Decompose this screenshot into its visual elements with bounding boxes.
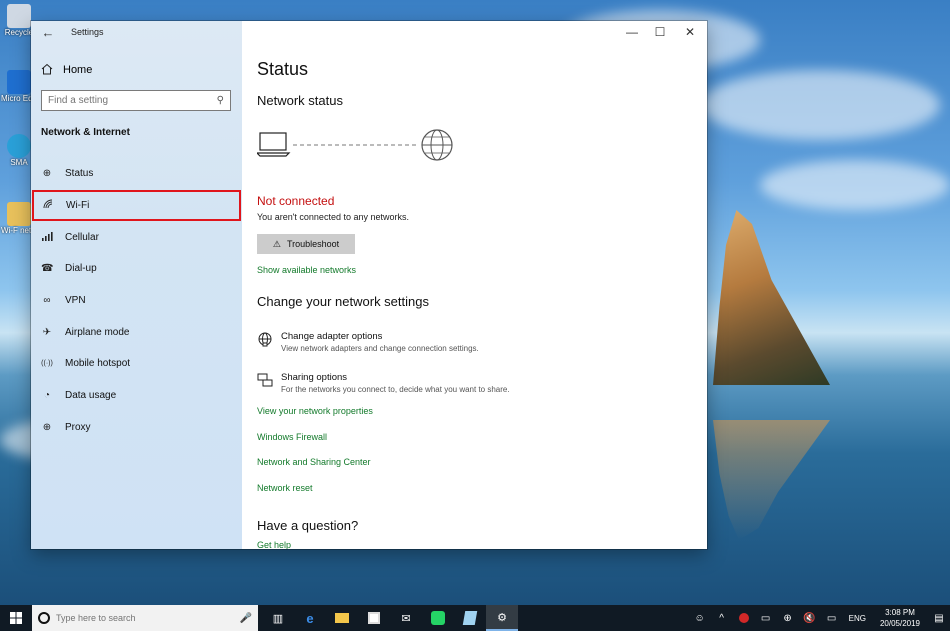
sidebar-item-proxy[interactable]: ⊕ Proxy: [31, 412, 242, 444]
question-heading: Have a question?: [257, 518, 359, 533]
adapter-icon: [257, 331, 273, 347]
home-nav-item[interactable]: Home: [41, 60, 92, 80]
sidebar-item-airplane-mode[interactable]: ✈ Airplane mode: [31, 316, 242, 348]
sharing-icon: [257, 372, 273, 388]
warning-icon: ⚠: [272, 238, 281, 249]
volume-muted-icon[interactable]: 🔇: [799, 605, 821, 631]
internet-globe-icon: [421, 129, 453, 161]
antivirus-icon[interactable]: [733, 605, 755, 631]
cortana-circle-icon: [38, 612, 50, 624]
vpn-icon: ∞: [43, 295, 51, 307]
section-title: Network & Internet: [41, 127, 130, 138]
network-sharing-center-link[interactable]: Network and Sharing Center: [257, 457, 371, 467]
sidebar-item-label: Data usage: [65, 390, 117, 402]
home-icon: [41, 63, 53, 78]
message-icon[interactable]: ▭: [821, 605, 843, 631]
system-tray: ☺ ^ ▭ ⊕ 🔇 ▭ ENG 3:08 PM 20/05/2019 ▤: [689, 605, 950, 631]
change-settings-heading: Change your network settings: [257, 294, 429, 309]
sidebar-item-label: VPN: [65, 295, 86, 307]
network-status-diagram: [257, 129, 453, 161]
sidebar-item-label: Status: [65, 168, 94, 180]
windows-firewall-link[interactable]: Windows Firewall: [257, 432, 327, 442]
taskbar-search[interactable]: 🎤: [32, 605, 258, 631]
sidebar-item-label: Cellular: [65, 231, 99, 243]
chevron-up-icon[interactable]: ^: [711, 605, 733, 631]
language-indicator[interactable]: ENG: [843, 614, 872, 623]
action-center-icon[interactable]: ▤: [928, 605, 950, 631]
sidebar-item-vpn[interactable]: ∞ VPN: [31, 285, 242, 317]
home-label: Home: [63, 64, 93, 76]
sidebar-item-mobile-hotspot[interactable]: ((·)) Mobile hotspot: [31, 348, 242, 380]
option-description: View network adapters and change connect…: [281, 344, 479, 353]
view-network-properties-link[interactable]: View your network properties: [257, 406, 373, 416]
proxy-globe-icon: ⊕: [42, 421, 52, 433]
clock[interactable]: 3:08 PM 20/05/2019: [872, 607, 928, 629]
network-globe-icon[interactable]: ⊕: [777, 605, 799, 631]
airplane-icon: ✈: [42, 326, 52, 338]
sma-desktop-icon[interactable]: SMA: [4, 134, 34, 167]
start-windows-icon[interactable]: [0, 605, 32, 631]
globe-icon: ⊕: [42, 168, 52, 180]
sidebar-item-cellular[interactable]: Cellular: [31, 221, 242, 253]
microphone-icon[interactable]: 🎤: [240, 613, 252, 624]
get-help-link[interactable]: Get help: [257, 540, 291, 549]
taskbar-search-input[interactable]: [56, 613, 234, 623]
sidebar-item-status[interactable]: ⊕ Status: [31, 158, 242, 190]
sidebar-item-label: Airplane mode: [65, 326, 130, 338]
sidebar-item-label: Proxy: [65, 421, 91, 433]
find-setting-input[interactable]: [48, 95, 217, 106]
wifi-icon: [42, 198, 54, 213]
laptop-icon: [257, 132, 291, 157]
show-available-networks-link[interactable]: Show available networks: [257, 265, 356, 275]
troubleshoot-button[interactable]: ⚠ Troubleshoot: [257, 234, 355, 254]
option-description: For the networks you connect to, decide …: [281, 385, 510, 394]
sharing-options[interactable]: Sharing options For the networks you con…: [257, 372, 510, 394]
sidebar-item-data-usage[interactable]: ◔ Data usage: [31, 380, 242, 412]
settings-gear-icon[interactable]: ⚙: [486, 605, 518, 631]
network-status-heading: Network status: [257, 93, 343, 108]
edge-taskbar-icon[interactable]: e: [294, 605, 326, 631]
option-title: Change adapter options: [281, 331, 383, 342]
wifi-folder-desktop-icon[interactable]: Wi-F netw: [1, 202, 37, 235]
sidebar-item-label: Wi-Fi: [66, 200, 90, 212]
sidebar-nav: ⊕ Status Wi-Fi Cellular ☎ Dial-up ∞ VPN …: [31, 158, 242, 443]
battery-icon[interactable]: ▭: [755, 605, 777, 631]
connection-status-text: Not connected: [257, 194, 335, 208]
back-arrow-icon[interactable]: ←: [39, 24, 57, 40]
window-title: Settings: [71, 27, 104, 37]
store-icon[interactable]: [358, 605, 390, 631]
clock-time: 3:08 PM: [885, 608, 915, 617]
page-title: Status: [257, 59, 309, 79]
hotspot-icon: ((·)): [41, 360, 53, 368]
people-icon[interactable]: ☺: [689, 605, 711, 631]
taskbar: 🎤 ▥ e ✉ ⚙ ☺ ^ ▭ ⊕ 🔇 ▭ ENG 3:08 PM 20/05/…: [0, 605, 950, 631]
main-content: Status Network status Not connected You …: [257, 21, 697, 549]
network-reset-link[interactable]: Network reset: [257, 483, 313, 493]
notepad-icon[interactable]: [454, 605, 486, 631]
search-icon[interactable]: ⚲: [217, 95, 224, 106]
connection-status-subtext: You aren't connected to any networks.: [257, 212, 409, 222]
data-usage-icon: ◔: [43, 390, 51, 402]
whatsapp-icon[interactable]: [422, 605, 454, 631]
taskbar-apps: ▥ e ✉ ⚙: [262, 605, 518, 631]
clock-date: 20/05/2019: [879, 619, 920, 628]
edge-desktop-icon[interactable]: Micro Edg: [1, 70, 37, 103]
settings-window: Home ⚲ Network & Internet ⊕ Status Wi-Fi: [31, 21, 707, 549]
option-title: Sharing options: [281, 372, 348, 383]
sidebar-item-dialup[interactable]: ☎ Dial-up: [31, 253, 242, 285]
dialup-icon: ☎: [41, 263, 54, 275]
sidebar-item-label: Mobile hotspot: [65, 358, 131, 370]
find-setting-search[interactable]: ⚲: [41, 90, 231, 111]
task-view-icon[interactable]: ▥: [262, 605, 294, 631]
file-explorer-icon[interactable]: [326, 605, 358, 631]
sidebar-item-wifi[interactable]: Wi-Fi: [32, 189, 241, 222]
sidebar: Home ⚲ Network & Internet ⊕ Status Wi-Fi: [31, 21, 242, 549]
sidebar-item-label: Dial-up: [65, 263, 97, 275]
cliff-image: [713, 210, 830, 385]
cellular-icon: [41, 230, 53, 245]
recycle-bin-icon[interactable]: Recycle: [4, 4, 34, 37]
change-adapter-options[interactable]: Change adapter options View network adap…: [257, 331, 479, 353]
mail-icon[interactable]: ✉: [390, 605, 422, 631]
